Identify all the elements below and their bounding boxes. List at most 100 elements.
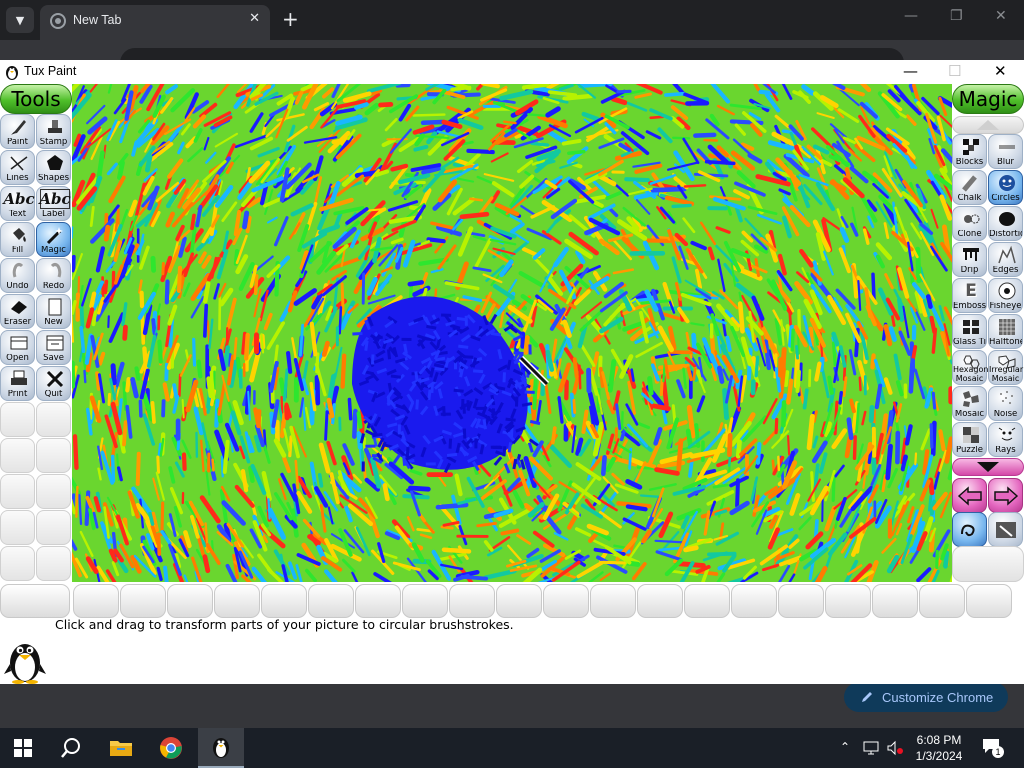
tool-label-button[interactable]: Abc Label xyxy=(36,186,71,221)
palette-swatch[interactable] xyxy=(449,584,495,618)
tool-undo-button[interactable]: Undo xyxy=(0,258,35,293)
tab-close-icon[interactable]: ✕ xyxy=(249,11,260,26)
tool-text-button[interactable]: Abc Text xyxy=(0,186,35,221)
tuxpaint-taskbar-button[interactable] xyxy=(198,728,244,768)
magic-chalk-button[interactable]: Chalk xyxy=(952,170,987,205)
magic-prev-button[interactable] xyxy=(952,478,987,513)
new-tab-button[interactable]: + xyxy=(282,8,299,30)
brushstroke xyxy=(122,324,128,341)
start-button[interactable] xyxy=(0,728,46,768)
palette-swatch[interactable] xyxy=(684,584,730,618)
brushstroke xyxy=(925,294,933,309)
tool-new-button[interactable]: New xyxy=(36,294,71,329)
file-explorer-button[interactable] xyxy=(98,728,144,768)
brushstroke xyxy=(915,246,922,283)
chevron-up-icon[interactable]: ⌃ xyxy=(840,740,850,754)
palette-swatch[interactable] xyxy=(261,584,307,618)
palette-swatch[interactable] xyxy=(73,584,119,618)
magic-noise-button[interactable]: Noise xyxy=(988,386,1023,421)
palette-swatch[interactable] xyxy=(778,584,824,618)
magic-halftone-button[interactable]: Halftone xyxy=(988,314,1023,349)
palette-swatch[interactable] xyxy=(308,584,354,618)
magic-scroll-up-button[interactable] xyxy=(952,116,1024,134)
palette-swatch[interactable] xyxy=(731,584,777,618)
magic-mode-fullscreen-button[interactable] xyxy=(988,512,1023,547)
status-message: Click and drag to transform parts of you… xyxy=(55,617,514,632)
empty-option-slot xyxy=(952,546,1024,582)
magic-mode-paint-button[interactable] xyxy=(952,512,987,547)
magic-drip-button[interactable]: Drip xyxy=(952,242,987,277)
customize-chrome-button[interactable]: Customize Chrome xyxy=(844,682,1008,712)
maximize-icon[interactable]: ☐ xyxy=(948,62,961,80)
tool-print-button[interactable]: Print xyxy=(0,366,35,401)
magic-hexagon-mosaic-button[interactable]: Hexagon Mosaic xyxy=(952,350,988,385)
magic-rays-button[interactable]: Rays xyxy=(988,422,1023,457)
restore-icon[interactable]: ❐ xyxy=(950,8,963,24)
triangle-down-icon xyxy=(977,462,999,472)
palette-swatch[interactable] xyxy=(402,584,448,618)
magic-next-button[interactable] xyxy=(988,478,1023,513)
puzzle-icon xyxy=(961,425,981,445)
tool-lines-button[interactable]: Lines xyxy=(0,150,35,185)
tool-paint-button[interactable]: Paint xyxy=(0,114,35,149)
tool-eraser-button[interactable]: Eraser xyxy=(0,294,35,329)
palette-swatch[interactable] xyxy=(355,584,401,618)
magic-blocks-button[interactable]: Blocks xyxy=(952,134,987,169)
brushstroke xyxy=(671,203,692,209)
magic-emboss-button[interactable]: E Emboss xyxy=(952,278,987,313)
palette-swatch[interactable] xyxy=(825,584,871,618)
redo-icon xyxy=(45,261,65,281)
palette-swatch[interactable] xyxy=(120,584,166,618)
tab-search-button[interactable]: ▼ xyxy=(6,7,34,33)
palette-swatch[interactable] xyxy=(966,584,1012,618)
brushstroke xyxy=(693,132,717,138)
tool-shapes-button[interactable]: Shapes xyxy=(36,150,71,185)
magic-glass-tile-button[interactable]: Glass Tile xyxy=(952,314,987,349)
palette-swatch[interactable] xyxy=(0,584,70,618)
tool-open-button[interactable]: Open xyxy=(0,330,35,365)
close-icon[interactable]: ✕ xyxy=(994,62,1007,80)
network-icon[interactable] xyxy=(862,740,880,756)
magic-irregular-mosaic-button[interactable]: Irregular Mosaic xyxy=(988,350,1023,385)
palette-swatch[interactable] xyxy=(543,584,589,618)
brushstroke xyxy=(138,399,143,418)
tool-redo-button[interactable]: Redo xyxy=(36,258,71,293)
tool-stamp-button[interactable]: Stamp xyxy=(36,114,71,149)
brushstroke xyxy=(372,432,383,438)
tool-quit-button[interactable]: Quit xyxy=(36,366,71,401)
chrome-taskbar-button[interactable] xyxy=(148,728,194,768)
brushstroke xyxy=(607,359,617,393)
browser-tab[interactable]: New Tab ✕ xyxy=(40,5,270,40)
minimize-icon[interactable]: — xyxy=(904,8,918,24)
magic-clone-button[interactable]: Clone xyxy=(952,206,987,241)
palette-swatch[interactable] xyxy=(214,584,260,618)
magic-mosaic-button[interactable]: Mosaic xyxy=(952,386,987,421)
brushstroke xyxy=(481,84,500,89)
tool-save-button[interactable]: Save xyxy=(36,330,71,365)
palette-swatch[interactable] xyxy=(919,584,965,618)
search-button[interactable] xyxy=(48,728,94,768)
magic-distortion-button[interactable]: Distortion xyxy=(988,206,1023,241)
drawing-canvas[interactable] xyxy=(72,84,952,582)
brushstroke xyxy=(338,306,343,335)
palette-swatch[interactable] xyxy=(496,584,542,618)
chalk-icon xyxy=(961,173,981,193)
close-icon[interactable]: ✕ xyxy=(995,8,1007,24)
palette-swatch[interactable] xyxy=(637,584,683,618)
magic-circles-button[interactable]: Circles xyxy=(988,170,1023,205)
tool-fill-button[interactable]: Fill xyxy=(0,222,35,257)
taskbar-clock[interactable]: 6:08 PM 1/3/2024 xyxy=(906,732,972,764)
tool-magic-button[interactable]: Magic xyxy=(36,222,71,257)
magic-puzzle-button[interactable]: Puzzle xyxy=(952,422,987,457)
magic-fisheye-button[interactable]: Fisheye xyxy=(988,278,1023,313)
magic-scroll-down-button[interactable] xyxy=(952,458,1024,476)
palette-swatch[interactable] xyxy=(590,584,636,618)
action-center-button[interactable]: 1 xyxy=(982,738,1004,758)
speaker-muted-icon[interactable] xyxy=(886,740,904,756)
magic-edges-button[interactable]: Edges xyxy=(988,242,1023,277)
magic-blur-button[interactable]: Blur xyxy=(988,134,1023,169)
palette-swatch[interactable] xyxy=(872,584,918,618)
chrome-favicon-icon xyxy=(50,13,66,29)
minimize-icon[interactable]: — xyxy=(903,62,918,80)
palette-swatch[interactable] xyxy=(167,584,213,618)
